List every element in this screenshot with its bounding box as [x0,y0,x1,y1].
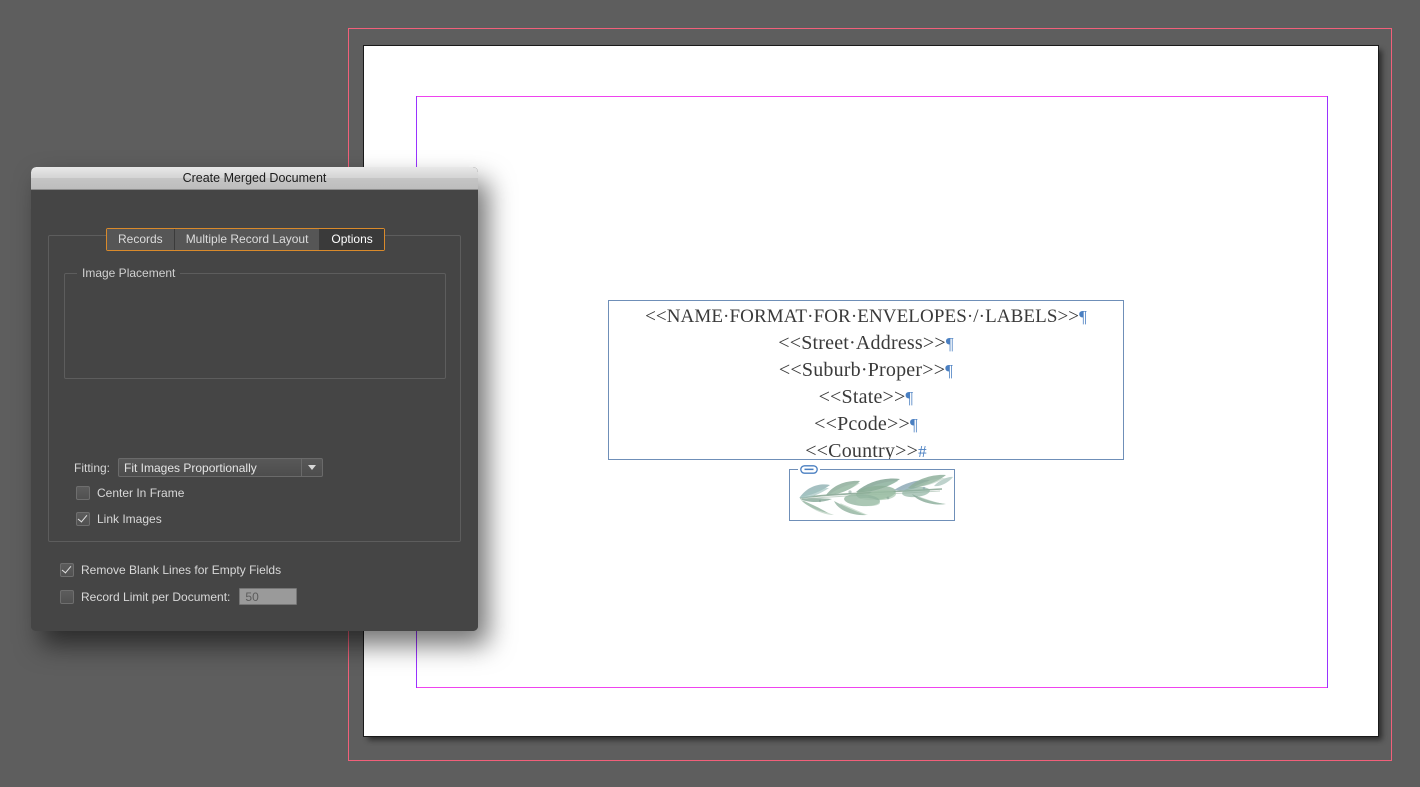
merge-field-text: <<Pcode>> [814,413,910,435]
link-images-label: Link Images [97,512,162,526]
watercolor-olive-branch-image [799,474,953,516]
merge-field-text: <<Street·Address>> [778,332,946,354]
tab-options[interactable]: Options [320,229,384,250]
center-in-frame-row[interactable]: Center In Frame [76,486,184,500]
dialog-title: Create Merged Document [182,171,327,185]
fitting-label: Fitting: [74,460,111,475]
remove-blank-lines-checkbox[interactable] [60,563,74,577]
fitting-row: Fitting: Fit Images Proportionally [74,458,324,477]
link-images-row[interactable]: Link Images [76,512,162,526]
create-merged-document-dialog[interactable]: Create Merged Document Records Multiple … [31,167,478,631]
merge-field-text: <<State>> [818,386,906,408]
dialog-titlebar[interactable]: Create Merged Document [31,167,478,190]
center-in-frame-label: Center In Frame [97,486,185,500]
record-limit-input[interactable]: 50 [239,588,298,605]
image-frame[interactable] [789,463,955,521]
pilcrow-mark: ¶ [909,415,918,434]
merge-field-text: <<NAME·FORMAT·FOR·ENVELOPES·/·LABELS>> [645,306,1080,327]
record-limit-label: Record Limit per Document: [81,589,231,604]
image-placement-legend: Image Placement [77,266,181,280]
link-badge-icon[interactable] [798,463,820,476]
image-placement-group: Image Placement [64,266,446,379]
text-frame[interactable]: <<NAME·FORMAT·FOR·ENVELOPES·/·LABELS>>¶ … [608,300,1124,460]
end-of-story-mark: # [918,442,927,460]
merge-field-line[interactable]: <<Suburb·Proper>>¶ [609,357,1123,384]
pilcrow-mark: ¶ [945,361,954,380]
remove-blank-lines-label: Remove Blank Lines for Empty Fields [81,563,282,577]
merge-field-line[interactable]: <<NAME·FORMAT·FOR·ENVELOPES·/·LABELS>>¶ [609,303,1123,330]
record-limit-row[interactable]: Record Limit per Document: 50 [60,588,298,605]
record-limit-checkbox[interactable] [60,589,74,604]
tab-multiple-record-layout[interactable]: Multiple Record Layout [174,229,321,250]
fitting-select[interactable]: Fit Images Proportionally [118,458,324,477]
merge-field-line[interactable]: <<Pcode>>¶ [609,411,1123,438]
pilcrow-mark: ¶ [1079,307,1087,326]
merge-field-line[interactable]: <<Street·Address>>¶ [609,330,1123,357]
chevron-down-icon[interactable] [301,459,322,476]
merge-field-text: <<Country>> [805,440,919,460]
fitting-selected-value: Fit Images Proportionally [124,460,257,475]
app-root: <<NAME·FORMAT·FOR·ENVELOPES·/·LABELS>>¶ … [0,0,1420,787]
merge-field-text: <<Suburb·Proper>> [778,359,946,381]
pilcrow-mark: ¶ [905,388,914,407]
tab-records[interactable]: Records [107,229,175,250]
dialog-body: Records Multiple Record Layout Options I… [31,190,478,631]
pilcrow-mark: ¶ [945,334,954,353]
link-chain-icon [800,465,818,474]
remove-blank-lines-row[interactable]: Remove Blank Lines for Empty Fields [60,563,281,577]
merge-field-line[interactable]: <<Country>># [609,438,1123,460]
merge-field-line[interactable]: <<State>>¶ [609,384,1123,411]
link-images-checkbox[interactable] [76,512,90,526]
center-in-frame-checkbox[interactable] [76,486,90,500]
tab-strip[interactable]: Records Multiple Record Layout Options [106,228,385,251]
